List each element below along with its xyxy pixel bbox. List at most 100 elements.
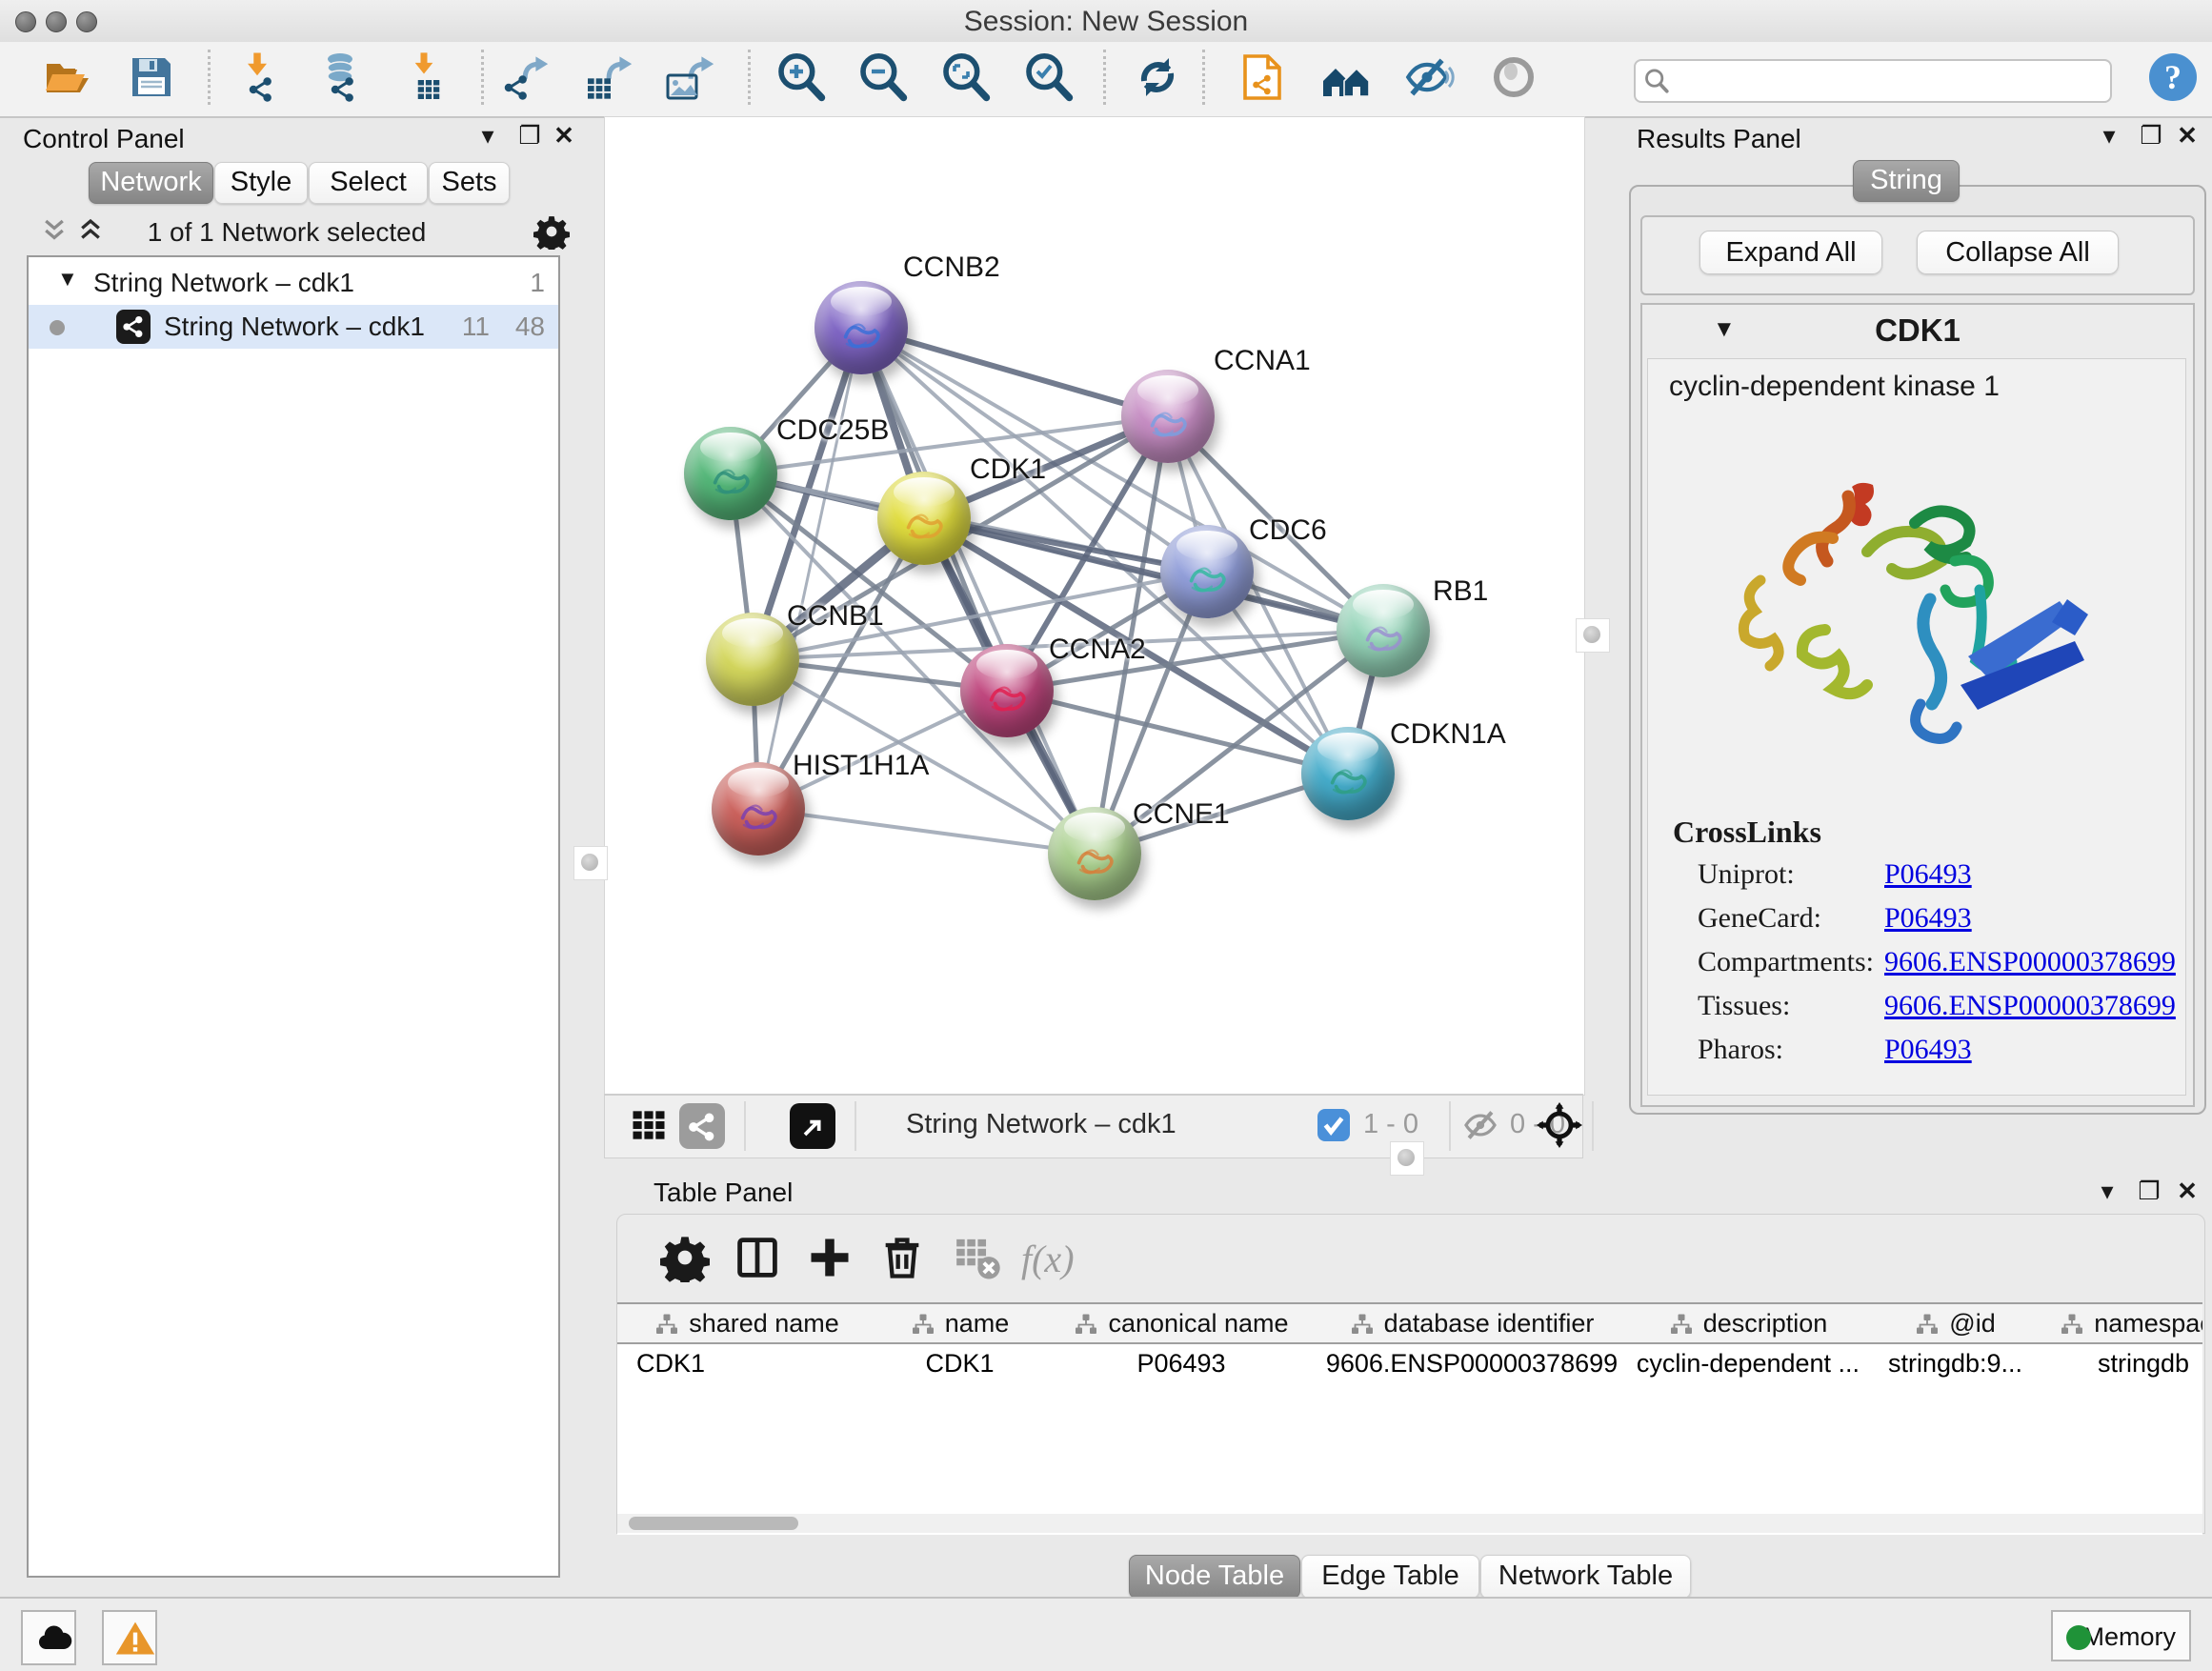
tab-network[interactable]: Network (89, 162, 213, 204)
network-collection-row[interactable]: ▼ String Network – cdk1 1 (29, 261, 558, 305)
export-table-button[interactable] (581, 50, 636, 107)
zoom-out-button[interactable] (855, 50, 911, 107)
results-panel-close-button[interactable]: ✕ (2166, 116, 2208, 154)
zoom-selected-button[interactable] (1021, 50, 1076, 107)
network-node-HIST1H1A[interactable] (712, 762, 805, 856)
warnings-button[interactable] (102, 1610, 157, 1665)
column-header-shared-name[interactable]: shared name (617, 1304, 877, 1344)
network-node-CCNB2[interactable] (814, 281, 908, 374)
zoom-fit-icon (939, 50, 993, 104)
help-button[interactable]: ? (2145, 50, 2201, 107)
cell--id[interactable]: stringdb:9... (1872, 1344, 2039, 1382)
hide-selected-button[interactable] (1402, 50, 1458, 107)
delete-table-button[interactable] (951, 1232, 1002, 1285)
left-splitter-handle[interactable] (573, 846, 608, 880)
control-panel-close-button[interactable]: ✕ (543, 116, 585, 154)
cell-database-identifier[interactable]: 9606.ENSP00000378699 (1319, 1344, 1624, 1382)
expand-all-button[interactable]: Expand All (1699, 231, 1882, 274)
memory-button[interactable]: Memory (2051, 1610, 2191, 1661)
crosslink-link[interactable]: P06493 (1884, 902, 1972, 935)
toolbar-separator (1202, 50, 1205, 105)
protein-structure-thumbnail (1059, 828, 1130, 892)
delete-column-button[interactable] (876, 1232, 928, 1285)
network-node-CDKN1A[interactable] (1301, 727, 1395, 820)
crosslink-link[interactable]: P06493 (1884, 858, 1972, 891)
cell-canonical-name[interactable]: P06493 (1043, 1344, 1319, 1382)
search-input[interactable] (1678, 64, 2101, 96)
column-header-description[interactable]: description (1624, 1304, 1873, 1344)
share-network-button[interactable] (679, 1103, 725, 1149)
collection-expander-icon[interactable]: ▼ (57, 257, 78, 301)
column-header--id[interactable]: @id (1872, 1304, 2040, 1344)
open-session-button[interactable] (40, 50, 95, 107)
network-node-RB1[interactable] (1337, 584, 1430, 677)
cell-shared-name[interactable]: CDK1 (617, 1344, 876, 1382)
tab-select[interactable]: Select (309, 162, 428, 204)
results-panel-menu-button[interactable]: ▾ (2088, 116, 2130, 154)
table-panel-close-button[interactable]: ✕ (2166, 1172, 2208, 1210)
zoom-in-button[interactable] (774, 50, 829, 107)
right-splitter-handle[interactable] (1576, 618, 1610, 653)
import-network-from-database-button[interactable] (314, 50, 370, 107)
crosslink-link[interactable]: 9606.ENSP00000378699 (1884, 990, 2176, 1022)
column-header-name[interactable]: name (876, 1304, 1044, 1344)
save-session-button[interactable] (124, 50, 179, 107)
network-node-CDC25B[interactable] (684, 427, 777, 520)
crosslink-link[interactable]: P06493 (1884, 1034, 1972, 1066)
protein-structure-image (1734, 418, 2105, 771)
column-header-canonical-name[interactable]: canonical name (1043, 1304, 1320, 1344)
string-home-button[interactable] (1318, 50, 1374, 107)
refresh-view-button[interactable] (1130, 50, 1185, 107)
tab-sets[interactable]: Sets (429, 162, 510, 204)
network-node-CDK1[interactable] (877, 472, 971, 565)
tab-style[interactable]: Style (214, 162, 308, 204)
tab-network-table[interactable]: Network Table (1480, 1555, 1691, 1599)
scrollbar-thumb[interactable] (629, 1517, 798, 1530)
table-panel-menu-button[interactable]: ▾ (2086, 1172, 2128, 1210)
table-settings-button[interactable] (659, 1232, 711, 1285)
cloud-status-button[interactable] (21, 1610, 76, 1665)
open-in-window-button[interactable] (790, 1103, 835, 1149)
network-canvas[interactable]: CCNB2CCNA1CDC25BCDK1CDC6RB1CCNB1CCNA2CDK… (604, 116, 1585, 1096)
selected-checkbox-icon[interactable] (1317, 1109, 1350, 1141)
import-network-from-file-button[interactable] (234, 50, 290, 107)
network-node-CCNA1[interactable] (1121, 370, 1215, 463)
tab-string[interactable]: String (1853, 160, 1960, 202)
control-panel-menu-button[interactable]: ▾ (467, 116, 509, 154)
show-columns-button[interactable] (732, 1232, 783, 1285)
network-node-CDC6[interactable] (1160, 525, 1254, 618)
protein-structure-thumbnail (1313, 748, 1383, 812)
show-all-button[interactable] (1486, 50, 1541, 107)
import-table-from-file-button[interactable] (400, 50, 455, 107)
network-options-gear-button[interactable] (528, 211, 570, 253)
column-header-database-identifier[interactable]: database identifier (1319, 1304, 1625, 1344)
grid-icon (628, 1104, 670, 1146)
network-node-CCNA2[interactable] (960, 644, 1054, 737)
network-node-CCNE1[interactable] (1048, 807, 1141, 900)
export-image-button[interactable] (663, 50, 718, 107)
cell-name[interactable]: CDK1 (876, 1344, 1043, 1382)
collapse-all-button[interactable]: Collapse All (1917, 231, 2119, 274)
create-column-button[interactable] (804, 1232, 855, 1285)
bottom-splitter-handle[interactable] (1390, 1141, 1424, 1176)
birdseye-grid-button[interactable] (622, 1103, 668, 1149)
protein-structure-thumbnail (889, 493, 959, 556)
cell-namespace[interactable]: stringdb (2039, 1344, 2202, 1382)
table-panel-float-button[interactable]: ❐ (2128, 1172, 2170, 1210)
crosslink-link[interactable]: 9606.ENSP00000378699 (1884, 946, 2176, 978)
tab-edge-table[interactable]: Edge Table (1301, 1555, 1479, 1599)
cell-description[interactable]: cyclin-dependent ... (1624, 1344, 1872, 1382)
import-string-network-button[interactable] (1235, 50, 1290, 107)
network-edge[interactable] (758, 328, 861, 809)
fit-selected-button[interactable] (1531, 1101, 1580, 1151)
network-edge[interactable] (758, 809, 1095, 854)
zoom-fit-button[interactable] (938, 50, 994, 107)
export-network-button[interactable] (499, 50, 554, 107)
tab-node-table[interactable]: Node Table (1129, 1555, 1300, 1599)
gene-entry-header[interactable]: ▼ CDK1 (1642, 305, 2193, 358)
column-header-namespace[interactable]: namespace (2039, 1304, 2202, 1344)
network-node-CCNB1[interactable] (706, 613, 799, 706)
network-row[interactable]: String Network – cdk1 11 48 (29, 305, 558, 349)
function-builder-button[interactable]: f(x) (1021, 1232, 1073, 1285)
warning-icon (114, 1618, 156, 1660)
